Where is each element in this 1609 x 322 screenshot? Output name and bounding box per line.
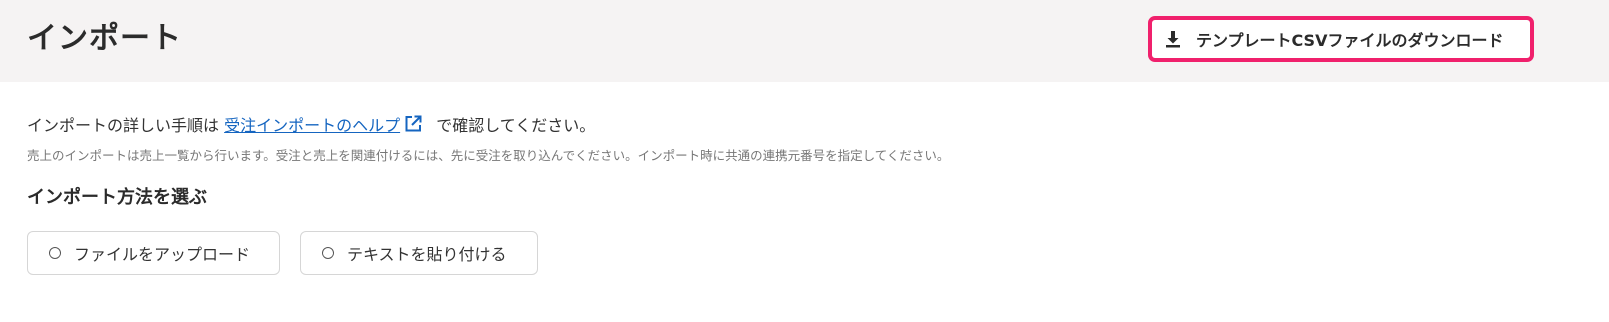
download-icon (1162, 28, 1184, 50)
help-prefix-text: インポートの詳しい手順は (27, 116, 225, 135)
paste-text-label: テキストを貼り付ける (347, 245, 507, 264)
external-link-icon[interactable] (403, 114, 423, 134)
page-header: インポート テンプレートCSVファイルのダウンロード (0, 0, 1609, 82)
import-method-title: インポート方法を選ぶ (27, 187, 207, 208)
upload-file-label: ファイルをアップロード (74, 245, 251, 264)
help-link[interactable]: 受注インポートのヘルプ (224, 112, 400, 136)
download-template-csv-button[interactable]: テンプレートCSVファイルのダウンロード (1148, 16, 1534, 62)
page-title: インポート (27, 21, 182, 56)
help-line: インポートの詳しい手順は 受注インポートのヘルプ で確認してください。 (27, 112, 595, 136)
radio-button-icon[interactable] (49, 247, 61, 259)
upload-file-option[interactable]: ファイルをアップロード (27, 231, 280, 275)
download-button-label: テンプレートCSVファイルのダウンロード (1196, 31, 1504, 50)
main-content: インポートの詳しい手順は 受注インポートのヘルプ で確認してください。 売上のイ… (0, 82, 1609, 322)
import-note: 売上のインポートは売上一覧から行います。受注と売上を関連付けるには、先に受注を取… (27, 148, 950, 163)
paste-text-option[interactable]: テキストを貼り付ける (300, 231, 538, 275)
help-suffix-text: で確認してください。 (431, 116, 596, 135)
radio-button-icon[interactable] (322, 247, 334, 259)
